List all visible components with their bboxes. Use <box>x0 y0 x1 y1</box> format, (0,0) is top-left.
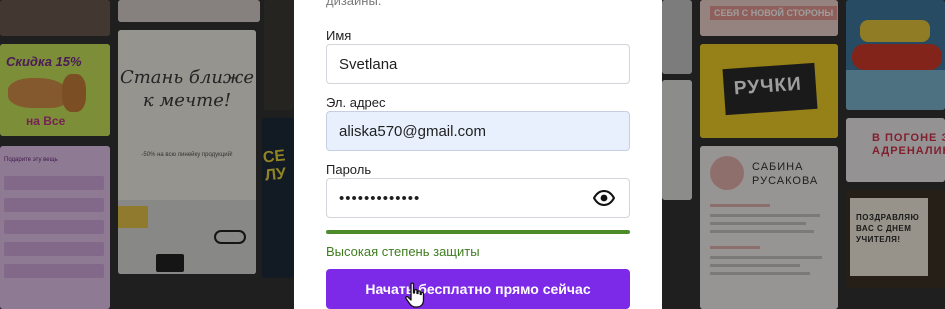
template-thumbnail: СЕ ЛУ <box>262 118 294 278</box>
template-thumbnail-dream: Стань ближе к мечте! -50% на всю линейку… <box>118 30 256 274</box>
template-thumbnail: В ПОГОНЕ З АДРЕНАЛИН <box>846 118 945 182</box>
template-text: В ПОГОНЕ З АДРЕНАЛИН <box>872 132 945 157</box>
desk-object <box>118 206 148 228</box>
template-line <box>710 272 810 275</box>
template-text: ПОЗДРАВЛЯЮ ВАС С ДНЕМ УЧИТЕЛЯ! <box>856 213 920 244</box>
template-line <box>710 214 820 217</box>
template-thumbnail-pens: РУЧКИ <box>700 44 838 138</box>
email-label: Эл. адрес <box>326 95 386 110</box>
eye-icon[interactable] <box>591 185 617 211</box>
password-strength-bar <box>326 230 630 234</box>
template-thumbnail <box>0 0 110 36</box>
phone-illustration <box>156 254 184 272</box>
glasses-illustration <box>214 230 246 244</box>
name-field-value: Svetlana <box>339 55 398 73</box>
template-text: РУЧКИ <box>733 73 803 100</box>
template-thumbnail-teacher: ПОЗДРАВЛЯЮ ВАС С ДНЕМ УЧИТЕЛЯ! <box>846 190 945 288</box>
template-text: СЕБЯ С НОВОЙ СТОРОНЫ <box>710 6 838 20</box>
template-line <box>710 204 770 207</box>
template-thumbnail <box>118 0 260 22</box>
template-thumbnail <box>662 80 692 200</box>
template-text: -50% на всю линейку продукций! <box>141 152 233 158</box>
template-thumbnail-list: Подарите эту вещь <box>0 146 110 309</box>
template-line <box>710 230 814 233</box>
template-text: САБИНА РУСАКОВА <box>752 161 819 187</box>
raft-photo <box>860 20 930 42</box>
template-line <box>710 222 806 225</box>
template-thumbnail-rafting <box>846 0 945 110</box>
template-line <box>710 264 800 267</box>
hand-cursor-icon <box>405 282 425 308</box>
template-text: Скидка 15% <box>6 54 82 69</box>
password-field[interactable]: ••••••••••••• <box>326 178 630 218</box>
form-intro-text: дизайны. <box>326 0 382 8</box>
template-row <box>4 220 104 234</box>
password-label: Пароль <box>326 162 372 177</box>
template-thumbnail: СЕБЯ С НОВОЙ СТОРОНЫ <box>700 0 838 36</box>
raft-photo <box>852 44 942 70</box>
signup-screen: Скидка 15% на Все Подарите эту вещь Стан… <box>0 0 945 309</box>
template-row <box>4 176 104 190</box>
template-row <box>4 264 104 278</box>
avatar <box>710 156 744 190</box>
template-row <box>4 198 104 212</box>
template-line <box>710 246 760 249</box>
template-thumbnail-sale: Скидка 15% на Все <box>0 44 110 136</box>
start-free-button[interactable]: Начать бесплатно прямо сейчас <box>326 269 630 309</box>
template-thumbnail <box>662 0 692 74</box>
template-text: Стань ближе к мечте! <box>119 67 255 111</box>
template-thumbnail-resume: САБИНА РУСАКОВА <box>700 146 838 309</box>
name-label: Имя <box>326 28 352 43</box>
email-field[interactable]: aliska570@gmail.com <box>326 111 630 151</box>
password-field-value: ••••••••••••• <box>339 189 421 207</box>
email-field-value: aliska570@gmail.com <box>339 122 486 140</box>
template-thumbnail <box>264 0 294 110</box>
signup-form: дизайны. Имя Svetlana Эл. адрес aliska57… <box>294 0 662 309</box>
water-photo <box>846 70 945 110</box>
dog-illustration <box>8 78 68 108</box>
template-text: Подарите эту вещь <box>4 157 58 163</box>
template-line <box>710 256 822 259</box>
name-field[interactable]: Svetlana <box>326 44 630 84</box>
template-text: СЕ ЛУ <box>262 147 287 185</box>
template-row <box>4 242 104 256</box>
dog-illustration <box>62 74 86 112</box>
template-text: на Все <box>26 114 66 128</box>
password-strength-text: Высокая степень защиты <box>326 244 480 259</box>
